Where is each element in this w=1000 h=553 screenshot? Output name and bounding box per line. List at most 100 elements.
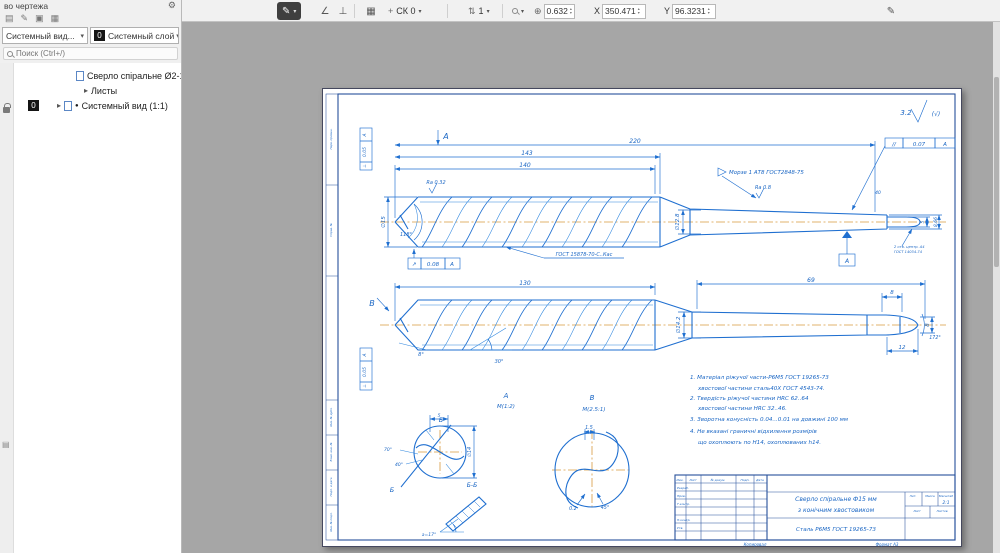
- drawing-label: ↗: [412, 262, 417, 268]
- drawing-label: 3. Зворотна конусність 0.04...0.01 на до…: [690, 417, 849, 423]
- drawing-label: 1. Матеріал ріжучої части-Р6М5 ГОСТ 1926…: [690, 375, 829, 381]
- drawing-label: 12: [899, 345, 906, 351]
- magnifier-icon: [512, 8, 518, 14]
- lock-icon[interactable]: [3, 107, 10, 113]
- scale-select[interactable]: ⇅ 1 ▾: [465, 2, 493, 20]
- drawing-label: А: [844, 258, 849, 265]
- cursor-y-field[interactable]: Y 96.3231 ▴▾: [664, 2, 716, 20]
- drawing-label: Справ. №: [329, 223, 333, 237]
- search-input[interactable]: [16, 49, 174, 58]
- layer-select[interactable]: 0 Системный слой ▾: [90, 27, 179, 44]
- drawing-label: А: [442, 132, 448, 141]
- angle-snap-icon[interactable]: ∠: [316, 2, 334, 20]
- drawing-label: 1.5: [585, 425, 593, 431]
- pen-icon: ✎: [282, 6, 290, 17]
- drawing-label: Лит.: [909, 494, 917, 498]
- drawing-label: Лист: [912, 509, 921, 513]
- drawing-label: Дата: [755, 478, 764, 482]
- drawing-label: 2:1: [942, 500, 949, 506]
- layer-number-badge: 0: [28, 100, 39, 111]
- toolbar-separator: [354, 4, 355, 18]
- drawing-label: 45°: [601, 505, 610, 511]
- chevron-right-icon[interactable]: ▸: [57, 101, 61, 110]
- drawing-label: М(1:2): [497, 404, 515, 410]
- search-box[interactable]: [3, 47, 178, 60]
- spinner-icon[interactable]: ▴▾: [570, 7, 572, 15]
- cursor-x-field[interactable]: X 350.471 ▴▾: [594, 2, 646, 20]
- drawing-canvas[interactable]: 3.2(√)//0.07А220143140Морзе 1 АТ8 ГОСТ28…: [182, 22, 1000, 553]
- drawing-label: 220: [629, 138, 641, 145]
- drawing-label: (√): [932, 111, 941, 118]
- layer-select-label: Системный слой: [108, 31, 174, 41]
- drawing-label: 2. Твердість ріжучої частини HRC 62..64: [690, 396, 809, 402]
- drawing-label: Ra 0.8: [755, 185, 771, 191]
- edit-pen-icon[interactable]: ✎: [882, 2, 900, 20]
- spinner-icon[interactable]: ▴▾: [638, 7, 640, 15]
- gear-icon[interactable]: ⚙: [168, 0, 176, 11]
- drawing-label: Формат А3: [876, 542, 899, 547]
- drawing-label: хвостової частини сталь40Х ГОСТ 4543-74.: [697, 386, 825, 392]
- tree-item-sheets[interactable]: ▸ Листы: [14, 83, 181, 98]
- drawing-label: 30°: [495, 359, 504, 365]
- drawing-label: А: [362, 353, 368, 357]
- grid-icon[interactable]: ▦: [51, 13, 60, 24]
- drawing-label: А: [449, 262, 454, 268]
- scrollbar-thumb[interactable]: [994, 77, 999, 267]
- drawing-label: Ra 0.32: [426, 180, 445, 186]
- drawing-label: А: [503, 392, 509, 400]
- zoom-level-field[interactable]: ⊕ 0.632 ▴▾: [534, 2, 575, 20]
- line-tool-button[interactable]: ✎ ▾: [277, 2, 301, 20]
- scale-value: 1: [479, 6, 484, 16]
- chevron-right-icon[interactable]: ▸: [84, 86, 88, 95]
- grid-toggle-icon[interactable]: ▦: [362, 2, 380, 20]
- drawing-label: 0.05: [362, 367, 368, 377]
- toolbar-separator: [502, 4, 503, 18]
- panel-header: во чертежа ⚙: [0, 0, 181, 11]
- tree-item-document[interactable]: Сверло спіральне Ø2-1: [14, 68, 181, 83]
- drawing-label: що охоплюють по Н14, охоплюваних h14.: [698, 440, 821, 446]
- drawing-sheet[interactable]: 3.2(√)//0.07А220143140Морзе 1 АТ8 ГОСТ28…: [322, 88, 962, 547]
- drawing-label: Сталь Р6М5 ГОСТ 19265-73: [796, 527, 876, 533]
- drawing-label: 40: [875, 190, 881, 196]
- drawing-label: Т.контр.: [677, 502, 690, 506]
- chevron-down-icon: ▾: [419, 8, 422, 15]
- drawing-label: Изм.: [676, 478, 683, 482]
- drawing-label: 0.05: [362, 147, 368, 157]
- drawing-label: 69: [807, 277, 815, 284]
- scale-icon: ⇅: [468, 6, 476, 17]
- toolbar-separator: [447, 4, 448, 18]
- zoom-tool-button[interactable]: ▾: [509, 2, 527, 20]
- drawing-label: Листов: [935, 509, 947, 513]
- tree-area: ▤ Сверло спіральне Ø2-1 ▸ Листы 0 ▸ ● Си…: [0, 63, 181, 553]
- coordinate-system-select[interactable]: + СК 0 ▾: [385, 2, 425, 20]
- vertical-scrollbar[interactable]: [993, 22, 1000, 553]
- panel-title: во чертежа: [4, 1, 48, 11]
- drawing-label: В: [590, 394, 595, 402]
- drawing-label: Лист: [688, 478, 697, 482]
- view-select[interactable]: Системный вид... ▾: [2, 27, 88, 44]
- tree-item-system-view[interactable]: 0 ▸ ● Системный вид (1:1): [14, 98, 181, 113]
- image-icon[interactable]: ▣: [35, 13, 44, 24]
- drawing-label: Сверло спіральне Ф15 мм: [795, 496, 877, 503]
- drawing-label: 8: [925, 323, 931, 327]
- tree-item-label: Сверло спіральне Ø2-1: [87, 71, 181, 81]
- drawing-label: 0.08: [427, 262, 440, 268]
- drawing-label: 3.2: [900, 109, 912, 117]
- document-icon: [76, 71, 84, 81]
- drawing-label: ∅14.2: [676, 316, 682, 334]
- pencil-icon[interactable]: ✎: [21, 13, 29, 24]
- drawing-label: В: [369, 299, 375, 308]
- drawing-tree-panel: во чертежа ⚙ ▤ ✎ ▣ ▦ Системный вид... ▾ …: [0, 0, 182, 553]
- drawing-label: М(2.5:1): [582, 407, 605, 413]
- drawing-label: Инв. № дубл.: [329, 407, 333, 426]
- list-icon[interactable]: ▤: [5, 13, 14, 24]
- drawing-label: 8°: [418, 352, 424, 358]
- drawing-label: Перв. примен.: [329, 128, 333, 149]
- layers-icon[interactable]: ▤: [2, 440, 10, 449]
- tree-item-label: Листы: [91, 86, 117, 96]
- spinner-icon[interactable]: ▴▾: [708, 7, 710, 15]
- drawing-label: А: [942, 142, 947, 148]
- drawing-label: Н.контр.: [677, 518, 690, 522]
- chevron-down-icon: ▾: [487, 8, 490, 15]
- perpendicular-snap-icon[interactable]: ⊥: [334, 2, 352, 20]
